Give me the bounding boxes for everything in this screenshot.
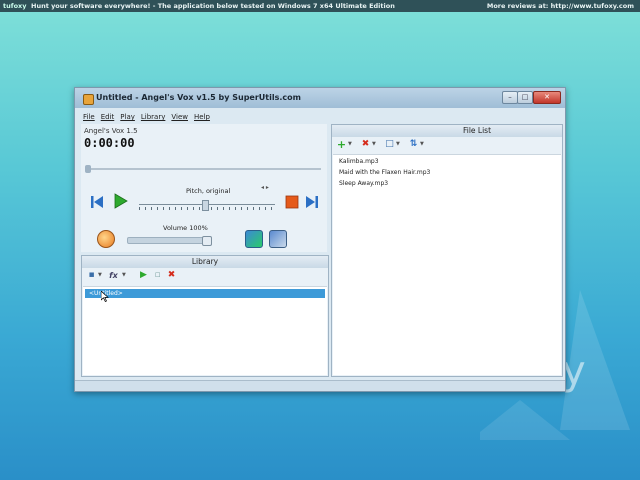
volume-thumb[interactable] [202, 236, 212, 246]
close-icon: ✕ [544, 93, 550, 101]
menu-play[interactable]: Play [120, 113, 135, 121]
file-list-panel: File List + ▼ ✖ ▼ □ ▼ ⇅ ▼ Kalimba.mp3 Ma… [331, 124, 563, 377]
chevron-down-icon[interactable]: ▼ [348, 141, 352, 147]
volume-slider[interactable] [127, 236, 212, 246]
settings-icon[interactable] [269, 230, 287, 248]
next-button[interactable] [303, 193, 321, 211]
chevron-down-icon[interactable]: ▼ [122, 272, 126, 278]
speaker-icon[interactable] [97, 230, 115, 248]
promo-bar: tufoxy Hunt your software everywhere! - … [0, 0, 640, 12]
play-icon[interactable]: ▶ [138, 270, 149, 281]
select-icon[interactable]: □ [384, 139, 395, 150]
library-title: Library [82, 256, 328, 268]
player-version: Angel's Vox 1.5 [84, 127, 138, 135]
menu-bar: File Edit Play Library View Help [83, 113, 216, 123]
file-item[interactable]: Maid with the Flaxen Hair.mp3 [339, 169, 430, 176]
menu-edit[interactable]: Edit [101, 113, 115, 121]
previous-button[interactable] [88, 193, 106, 211]
close-button[interactable]: ✕ [533, 91, 561, 104]
menu-file[interactable]: File [83, 113, 95, 121]
pitch-slider[interactable] [139, 200, 275, 211]
status-bar [75, 380, 565, 391]
mouse-cursor-icon [101, 291, 109, 302]
app-window: Untitled - Angel's Vox v1.5 by SuperUtil… [74, 87, 566, 392]
file-list-toolbar: + ▼ ✖ ▼ □ ▼ ⇅ ▼ [332, 137, 562, 153]
function-icon[interactable]: fx [108, 270, 119, 281]
file-list-title: File List [332, 125, 562, 137]
sort-icon[interactable]: ⇅ [408, 139, 419, 150]
file-list: Kalimba.mp3 Maid with the Flaxen Hair.mp… [333, 154, 561, 375]
chevron-down-icon[interactable]: ▼ [420, 141, 424, 147]
file-item[interactable]: Sleep Away.mp3 [339, 180, 388, 187]
reviews-link[interactable]: More reviews at: http://www.tufoxy.com [487, 0, 634, 12]
time-display: 0:00:00 [84, 136, 135, 150]
file-item[interactable]: Kalimba.mp3 [339, 158, 379, 165]
pitch-arrows-icon[interactable]: ◂ ▸ [261, 184, 269, 191]
promo-message: Hunt your software everywhere! - The app… [31, 2, 395, 10]
seek-bar[interactable] [85, 165, 321, 173]
window-title: Untitled - Angel's Vox v1.5 by SuperUtil… [96, 93, 301, 102]
chevron-down-icon[interactable]: ▼ [372, 141, 376, 147]
chevron-down-icon[interactable]: ▼ [98, 272, 102, 278]
minimize-icon: – [508, 93, 512, 101]
menu-help[interactable]: Help [194, 113, 210, 121]
maximize-icon: □ [521, 93, 529, 101]
add-icon[interactable]: + [336, 139, 347, 150]
volume-label: Volume 100% [163, 224, 208, 232]
pitch-thumb[interactable] [202, 200, 209, 211]
remove-icon[interactable]: ✖ [360, 139, 371, 150]
menu-library[interactable]: Library [141, 113, 165, 121]
stop-button[interactable] [283, 193, 301, 211]
seek-thumb[interactable] [85, 165, 91, 173]
menu-view[interactable]: View [171, 113, 188, 121]
tufoxy-logo: tufoxy [3, 2, 27, 10]
pitch-label: Pitch, original [186, 187, 231, 195]
library-list: <Untitled> [83, 286, 327, 375]
app-icon [83, 94, 94, 105]
delete-icon[interactable]: ✖ [166, 270, 177, 281]
player-panel: Angel's Vox 1.5 0:00:00 Pitch, original … [81, 124, 327, 252]
library-toolbar: ▪ ▼ fx ▼ ▶ ▫ ✖ [82, 268, 328, 284]
play-button[interactable] [111, 192, 129, 210]
chevron-down-icon[interactable]: ▼ [396, 141, 400, 147]
library-item[interactable]: <Untitled> [85, 289, 325, 298]
open-icon[interactable]: ▪ [86, 270, 97, 281]
effects-icon[interactable] [245, 230, 263, 248]
title-bar[interactable]: Untitled - Angel's Vox v1.5 by SuperUtil… [75, 88, 565, 108]
minimize-button[interactable]: – [502, 91, 518, 104]
copy-icon[interactable]: ▫ [152, 270, 163, 281]
library-panel: Library ▪ ▼ fx ▼ ▶ ▫ ✖ <Untitled> [81, 255, 329, 377]
maximize-button[interactable]: □ [517, 91, 533, 104]
